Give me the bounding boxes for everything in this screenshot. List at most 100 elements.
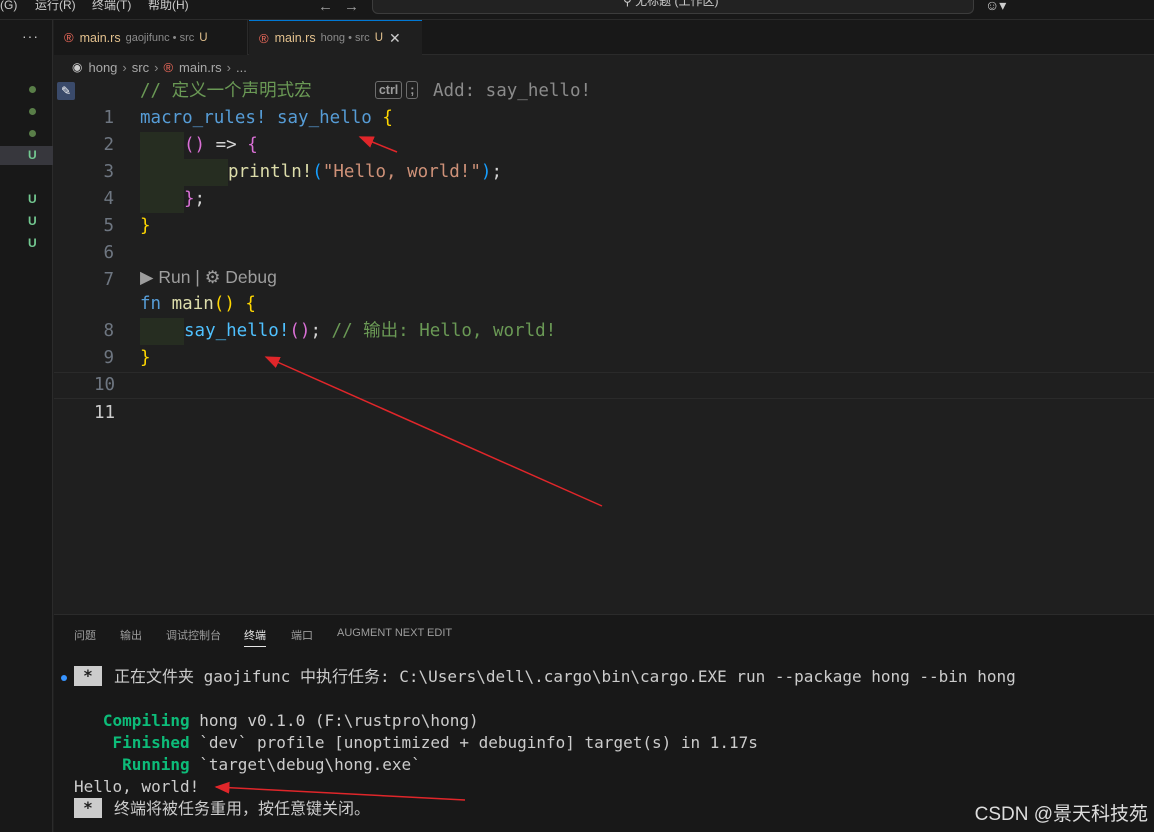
indent-guide: [140, 186, 184, 213]
brace: }: [140, 216, 151, 236]
codelens: ▶ Run | ⚙ Debug: [140, 267, 277, 288]
arrow-operator: =>: [205, 135, 248, 155]
terminal-text: hong v0.1.0 (F:\rustpro\hong): [189, 711, 479, 730]
breadcrumb-item[interactable]: src: [132, 60, 149, 75]
comment: // 输出: Hello, world!: [331, 321, 557, 341]
modified-dot: [29, 86, 36, 93]
terminal-text: `target\debug\hong.exe`: [189, 755, 421, 774]
comment: // 定义一个声明式宏: [140, 81, 312, 101]
code-line: 9 say_hello!(); // 输出: Hello, world!: [54, 318, 1154, 368]
code-line: 1 // 定义一个声明式宏 ctrl; Add: say_hello!: [54, 78, 1154, 128]
ctrl-key-hint: ctrl: [374, 81, 403, 99]
package-icon: ◉: [72, 60, 83, 74]
terminal-text: `dev` profile [unoptimized + debuginfo] …: [189, 733, 758, 752]
brace: {: [245, 294, 256, 314]
terminal-text: 正在文件夹 gaojifunc 中执行任务: C:\Users\dell\.ca…: [114, 667, 1016, 686]
bottom-panel: 问题 输出 调试控制台 终端 端口 AUGMENT NEXT EDIT * 正在文…: [54, 614, 1154, 832]
string-literal: "Hello, world!": [322, 162, 481, 182]
breadcrumb-item[interactable]: main.rs: [179, 60, 222, 75]
keyword: macro_rules!: [140, 108, 267, 128]
task-status-dot: [61, 675, 67, 681]
terminal-line: Running `target\debug\hong.exe`: [74, 754, 421, 776]
rust-icon: ®: [64, 30, 74, 45]
tab-main-rs-hong[interactable]: ® main.rs hong • src U ✕: [249, 20, 422, 55]
tab-augment-next-edit[interactable]: AUGMENT NEXT EDIT: [337, 627, 452, 639]
active-file-row[interactable]: [0, 146, 53, 165]
paren: (): [213, 294, 235, 314]
macro-call: say_hello!: [184, 321, 290, 341]
code-line: 3 () => {: [54, 132, 1154, 182]
code-line: 8 fn main() {: [54, 291, 1154, 341]
untracked-marker: U: [28, 148, 37, 162]
tab-label: main.rs: [79, 30, 121, 45]
line-number: 11: [94, 403, 116, 423]
task-star-icon: *: [74, 666, 102, 686]
more-icon[interactable]: ···: [22, 28, 39, 44]
code-line: 6 }: [54, 213, 1154, 263]
tab-problems[interactable]: 问题: [74, 627, 96, 643]
command-center-search[interactable]: ⚲ 无标题 (工作区): [372, 0, 974, 14]
menu-item-help[interactable]: 帮助(H): [148, 0, 189, 14]
debug-codelens[interactable]: ⚙ Debug: [205, 267, 277, 287]
tab-terminal[interactable]: 终端: [244, 627, 266, 647]
tab-description: gaojifunc • src: [125, 31, 195, 44]
indent-guide: [140, 132, 184, 159]
program-output: Hello, world!: [74, 777, 200, 796]
chevron-right-icon: ›: [226, 59, 231, 75]
copilot-icon[interactable]: ☺▾: [985, 0, 1006, 14]
menu-item-g[interactable]: (G): [0, 0, 17, 14]
breadcrumb: ◉ hong › src › ® main.rs › ...: [72, 58, 247, 76]
macro-call: println!: [228, 162, 313, 182]
watermark: CSDN @景天科技苑: [974, 804, 1148, 825]
forward-arrow-icon[interactable]: →: [344, 0, 359, 15]
rust-icon: ®: [259, 30, 269, 46]
run-codelens[interactable]: ▶ Run: [140, 267, 190, 287]
tab-debug-console[interactable]: 调试控制台: [166, 627, 221, 643]
code-line: 2 macro_rules! say_hello {: [54, 105, 1154, 155]
breadcrumb-item[interactable]: ...: [236, 60, 247, 75]
terminal-end-line: * 终端将被任务重用，按任意键关闭。: [74, 798, 370, 820]
tab-output[interactable]: 输出: [120, 627, 142, 643]
chevron-right-icon: ›: [154, 59, 159, 75]
code-line: 7: [54, 240, 1154, 290]
paren: (: [312, 162, 323, 182]
title-bar: (G) 运行(R) 终端(T) 帮助(H) ← → ⚲ 无标题 (工作区) ☺▾: [0, 0, 1154, 20]
keyword: fn: [140, 294, 162, 314]
compiling-label: Compiling: [102, 711, 190, 730]
task-star-icon: *: [74, 798, 102, 818]
code-line: 4 println!("Hello, world!");: [54, 159, 1154, 209]
menu-item-run[interactable]: 运行(R): [35, 0, 76, 14]
chevron-right-icon: ›: [122, 59, 127, 75]
close-icon[interactable]: ✕: [389, 30, 401, 47]
inline-suggestion[interactable]: Add: say_hello!: [433, 81, 591, 101]
semicolon-key-hint: ;: [406, 81, 419, 99]
untracked-marker: U: [28, 192, 37, 206]
brace: {: [382, 108, 393, 128]
indent-guide: [140, 159, 184, 186]
tab-description: hong • src: [320, 32, 370, 44]
modified-dot: [29, 108, 36, 115]
tab-status: U: [199, 31, 208, 44]
back-arrow-icon[interactable]: ←: [318, 0, 333, 15]
code-line: 5 };: [54, 186, 1154, 236]
terminal-text: 终端将被任务重用，按任意键关闭。: [114, 799, 371, 818]
breadcrumb-item[interactable]: hong: [88, 60, 117, 75]
tab-label: main.rs: [274, 31, 316, 45]
modified-dot: [29, 130, 36, 137]
finished-label: Finished: [112, 733, 190, 752]
tab-main-rs-gaojifunc[interactable]: ® main.rs gaojifunc • src U: [54, 20, 248, 55]
editor-tab-bar: ® main.rs gaojifunc • src U ® main.rs ho…: [54, 20, 1154, 55]
code-editor[interactable]: ✎ 1 // 定义一个声明式宏 ctrl; Add: say_hello! 2 …: [54, 78, 1154, 614]
running-label: Running: [122, 755, 190, 774]
paren: (): [184, 135, 206, 155]
paren: (): [289, 321, 311, 341]
rust-icon: ®: [163, 59, 174, 75]
tab-ports[interactable]: 端口: [291, 627, 313, 643]
brace: {: [247, 135, 258, 155]
current-line[interactable]: 11: [54, 372, 1154, 423]
terminal-task-line: * 正在文件夹 gaojifunc 中执行任务: C:\Users\dell\.c…: [74, 666, 1016, 688]
menu-item-terminal[interactable]: 终端(T): [92, 0, 131, 14]
workspace-title: 无标题 (工作区): [635, 0, 719, 8]
semicolon: ;: [310, 321, 321, 341]
line-number: 7: [103, 270, 114, 290]
